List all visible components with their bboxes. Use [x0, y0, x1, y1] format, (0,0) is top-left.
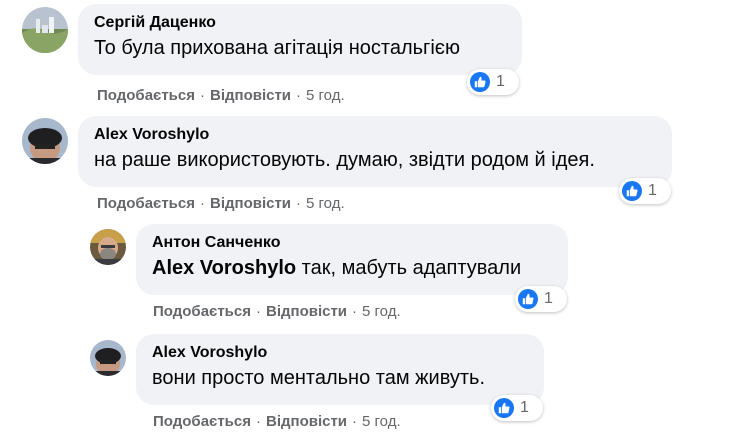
comment-author[interactable]: Сергій Даценко: [94, 13, 506, 33]
comment-bubble: Alex Voroshylo на раше використовують. д…: [78, 116, 672, 187]
comment-bubble: Alex Voroshylo вони просто ментально там…: [136, 334, 544, 405]
separator: ·: [352, 413, 358, 430]
thumbs-up-icon: [622, 181, 642, 201]
avatar-image: [90, 340, 126, 376]
reply-button[interactable]: Відповісти: [210, 87, 291, 104]
like-button[interactable]: Подобається: [97, 87, 195, 104]
separator: ·: [296, 195, 302, 212]
comment-author[interactable]: Антон Санченко: [152, 233, 552, 253]
separator: ·: [296, 87, 302, 104]
thumbs-up-icon: [470, 72, 490, 92]
separator: ·: [255, 413, 261, 430]
comment-actions: Подобається · Відповісти · 5 год.: [153, 413, 401, 431]
timestamp[interactable]: 5 год.: [306, 87, 345, 104]
separator: ·: [255, 303, 261, 320]
reaction-count: 1: [496, 73, 505, 90]
reaction-count: 1: [648, 182, 657, 199]
mention-link[interactable]: Alex Voroshylo: [152, 257, 296, 279]
thumbs-up-icon: [518, 289, 538, 309]
reaction-count: 1: [520, 399, 529, 416]
like-button[interactable]: Подобається: [153, 413, 251, 430]
reaction-count-badge[interactable]: 1: [467, 69, 519, 95]
avatar[interactable]: [22, 7, 68, 53]
comment-text: То була прихована агітація ностальгією: [94, 37, 460, 59]
comment-text: вони просто ментально там живуть.: [152, 367, 486, 389]
avatar-image: [22, 7, 68, 53]
comment-bubble: Антон Санченко Alex Voroshylo так, мабут…: [136, 224, 568, 295]
avatar[interactable]: [22, 118, 68, 164]
like-button[interactable]: Подобається: [153, 303, 251, 320]
separator: ·: [199, 195, 205, 212]
avatar[interactable]: [90, 229, 126, 265]
timestamp[interactable]: 5 год.: [306, 195, 345, 212]
separator: ·: [352, 303, 358, 320]
comment-author[interactable]: Alex Voroshylo: [152, 343, 528, 363]
avatar-image: [90, 229, 126, 265]
comment-actions: Подобається · Відповісти · 5 год.: [97, 195, 345, 213]
comment-text-body: так, мабуть адаптували: [296, 257, 522, 279]
comment-actions: Подобається · Відповісти · 5 год.: [97, 87, 345, 105]
comment-text: на раше використовують. думаю, звідти ро…: [94, 149, 595, 171]
reaction-count-badge[interactable]: 1: [619, 178, 671, 204]
avatar[interactable]: [90, 340, 126, 376]
comment-bubble: Сергій Даценко То була прихована агітаці…: [78, 4, 522, 75]
comment-text: Alex Voroshylo так, мабуть адаптували: [152, 255, 552, 281]
timestamp[interactable]: 5 год.: [362, 413, 401, 430]
comment-actions: Подобається · Відповісти · 5 год.: [153, 303, 401, 321]
thumbs-up-icon: [494, 398, 514, 418]
timestamp[interactable]: 5 год.: [362, 303, 401, 320]
reaction-count-badge[interactable]: 1: [515, 286, 567, 312]
avatar-image: [22, 118, 68, 164]
reaction-count-badge[interactable]: 1: [491, 395, 543, 421]
separator: ·: [199, 87, 205, 104]
reply-button[interactable]: Відповісти: [266, 413, 347, 430]
comment-author[interactable]: Alex Voroshylo: [94, 125, 656, 145]
like-button[interactable]: Подобається: [97, 195, 195, 212]
reaction-count: 1: [544, 290, 553, 307]
reply-button[interactable]: Відповісти: [210, 195, 291, 212]
reply-button[interactable]: Відповісти: [266, 303, 347, 320]
